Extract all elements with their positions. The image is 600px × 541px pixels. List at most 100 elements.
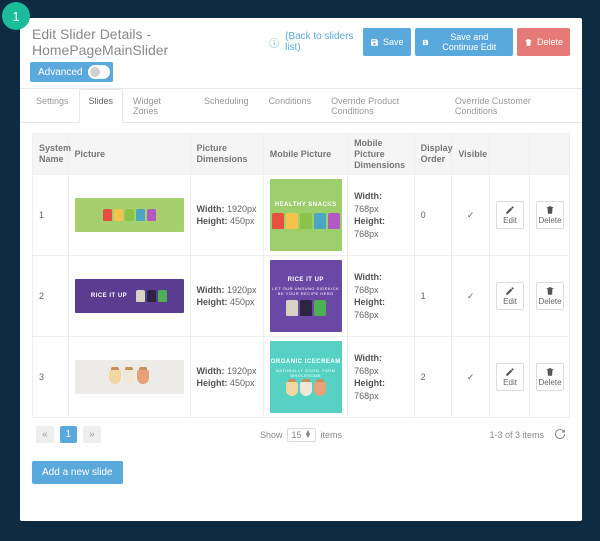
cell-action: Delete — [530, 337, 570, 418]
pager-items-label: items — [320, 430, 342, 440]
col-mobile-picture[interactable]: Mobile Picture — [263, 134, 347, 175]
tab-content: System Name Picture Picture Dimensions M… — [20, 123, 582, 521]
tab-conditions[interactable]: Conditions — [259, 89, 322, 123]
pencil-icon — [505, 367, 515, 377]
cell-picture: RICE IT UP — [68, 256, 190, 337]
delete-row-button[interactable]: Delete — [536, 282, 564, 310]
cell-visible: ✓ — [452, 175, 490, 256]
add-new-slide-button[interactable]: Add a new slide — [32, 461, 123, 484]
table-header-row: System Name Picture Picture Dimensions M… — [33, 134, 570, 175]
mobile-picture-thumb: ORGANIC ICECREAMNATURALLY GOOD, FARM WHO… — [270, 341, 342, 413]
picture-thumb — [75, 360, 184, 394]
save-icon — [370, 38, 379, 47]
refresh-button[interactable] — [554, 428, 566, 442]
action-label: Delete — [538, 378, 561, 387]
col-mobile-dim[interactable]: Mobile Picture Dimensions — [348, 134, 415, 175]
col-system[interactable]: System Name — [33, 134, 69, 175]
cell-order: 1 — [414, 256, 452, 337]
delete-button[interactable]: Delete — [517, 28, 570, 56]
edit-row-button[interactable]: Edit — [496, 282, 524, 310]
pager-prev[interactable]: « — [36, 426, 54, 443]
cell-action: Edit — [490, 337, 530, 418]
save-button[interactable]: Save — [363, 28, 411, 56]
pencil-icon — [505, 286, 515, 296]
edit-row-button[interactable]: Edit — [496, 201, 524, 229]
page-size-value: 15 — [292, 430, 302, 440]
tabs: SettingsSlidesWidget ZonesSchedulingCond… — [20, 88, 582, 123]
cell-visible: ✓ — [452, 337, 490, 418]
trash-icon — [545, 286, 555, 296]
trash-icon — [545, 367, 555, 377]
col-picture[interactable]: Picture — [68, 134, 190, 175]
cell-picture — [68, 337, 190, 418]
delete-label: Delete — [537, 37, 563, 47]
step-badge: 1 — [2, 2, 30, 30]
table-row: 1Width: 1920pxHeight: 450pxHEALTHY SNACK… — [33, 175, 570, 256]
cell-mobile-picture: ORGANIC ICECREAMNATURALLY GOOD, FARM WHO… — [263, 337, 347, 418]
edit-row-button[interactable]: Edit — [496, 363, 524, 391]
pencil-icon — [505, 205, 515, 215]
slides-table: System Name Picture Picture Dimensions M… — [32, 133, 570, 418]
info-icon: ⓘ — [269, 35, 279, 50]
tab-slides[interactable]: Slides — [79, 89, 124, 123]
mobile-picture-thumb: RICE IT UPLET OUR UNSUNG SIDEKICK BE YOU… — [270, 260, 342, 332]
pager: « 1 » Show 15 ▲▼ items 1-3 of 3 items — [32, 418, 570, 451]
cell-action: Edit — [490, 256, 530, 337]
tab-override-customer-conditions[interactable]: Override Customer Conditions — [445, 89, 576, 123]
refresh-icon — [554, 428, 566, 440]
save-icon — [422, 38, 429, 47]
cell-system: 3 — [33, 337, 69, 418]
cell-order: 0 — [414, 175, 452, 256]
cell-action: Edit — [490, 175, 530, 256]
col-order[interactable]: Display Order — [414, 134, 452, 175]
pager-show-label: Show — [260, 430, 283, 440]
action-label: Delete — [538, 216, 561, 225]
trash-icon — [524, 38, 533, 47]
action-label: Delete — [538, 297, 561, 306]
col-visible[interactable]: Visible — [452, 134, 490, 175]
cell-system: 1 — [33, 175, 69, 256]
save-label: Save — [383, 37, 404, 47]
picture-thumb — [75, 198, 184, 232]
main-panel: Edit Slider Details - HomePageMainSlider… — [20, 18, 582, 521]
advanced-toggle[interactable]: Advanced — [30, 62, 113, 82]
pager-next[interactable]: » — [83, 426, 101, 443]
cell-picture-dim: Width: 1920pxHeight: 450px — [190, 337, 263, 418]
back-to-list-link[interactable]: (Back to sliders list) — [285, 31, 363, 53]
pager-summary: 1-3 of 3 items — [489, 430, 544, 440]
tab-widget-zones[interactable]: Widget Zones — [123, 89, 194, 123]
cell-visible: ✓ — [452, 256, 490, 337]
stepper-icon: ▲▼ — [305, 431, 312, 439]
tab-override-product-conditions[interactable]: Override Product Conditions — [321, 89, 445, 123]
mobile-picture-thumb: HEALTHY SNACKS — [270, 179, 342, 251]
advanced-label: Advanced — [38, 67, 82, 78]
panel-header: Edit Slider Details - HomePageMainSlider… — [20, 18, 582, 62]
toggle-icon — [88, 65, 110, 79]
cell-mobile-dim: Width: 768pxHeight: 768px — [348, 337, 415, 418]
save-continue-button[interactable]: Save and Continue Edit — [415, 28, 513, 56]
cell-picture — [68, 175, 190, 256]
cell-mobile-picture: RICE IT UPLET OUR UNSUNG SIDEKICK BE YOU… — [263, 256, 347, 337]
cell-system: 2 — [33, 256, 69, 337]
cell-mobile-picture: HEALTHY SNACKS — [263, 175, 347, 256]
page-title: Edit Slider Details - HomePageMainSlider — [32, 26, 265, 58]
trash-icon — [545, 205, 555, 215]
save-continue-label: Save and Continue Edit — [433, 32, 506, 52]
delete-row-button[interactable]: Delete — [536, 201, 564, 229]
tab-scheduling[interactable]: Scheduling — [194, 89, 259, 123]
pager-page-1[interactable]: 1 — [60, 426, 78, 443]
col-picture-dim[interactable]: Picture Dimensions — [190, 134, 263, 175]
table-row: 2RICE IT UPWidth: 1920pxHeight: 450pxRIC… — [33, 256, 570, 337]
table-row: 3 Width: 1920pxHeight: 450pxORGANIC ICECR… — [33, 337, 570, 418]
action-label: Edit — [503, 216, 517, 225]
tab-settings[interactable]: Settings — [26, 89, 79, 123]
action-label: Edit — [503, 378, 517, 387]
page-size-select[interactable]: 15 ▲▼ — [287, 428, 317, 442]
cell-action: Delete — [530, 175, 570, 256]
cell-picture-dim: Width: 1920pxHeight: 450px — [190, 256, 263, 337]
cell-order: 2 — [414, 337, 452, 418]
cell-mobile-dim: Width: 768pxHeight: 768px — [348, 256, 415, 337]
cell-action: Delete — [530, 256, 570, 337]
delete-row-button[interactable]: Delete — [536, 363, 564, 391]
picture-thumb: RICE IT UP — [75, 279, 184, 313]
